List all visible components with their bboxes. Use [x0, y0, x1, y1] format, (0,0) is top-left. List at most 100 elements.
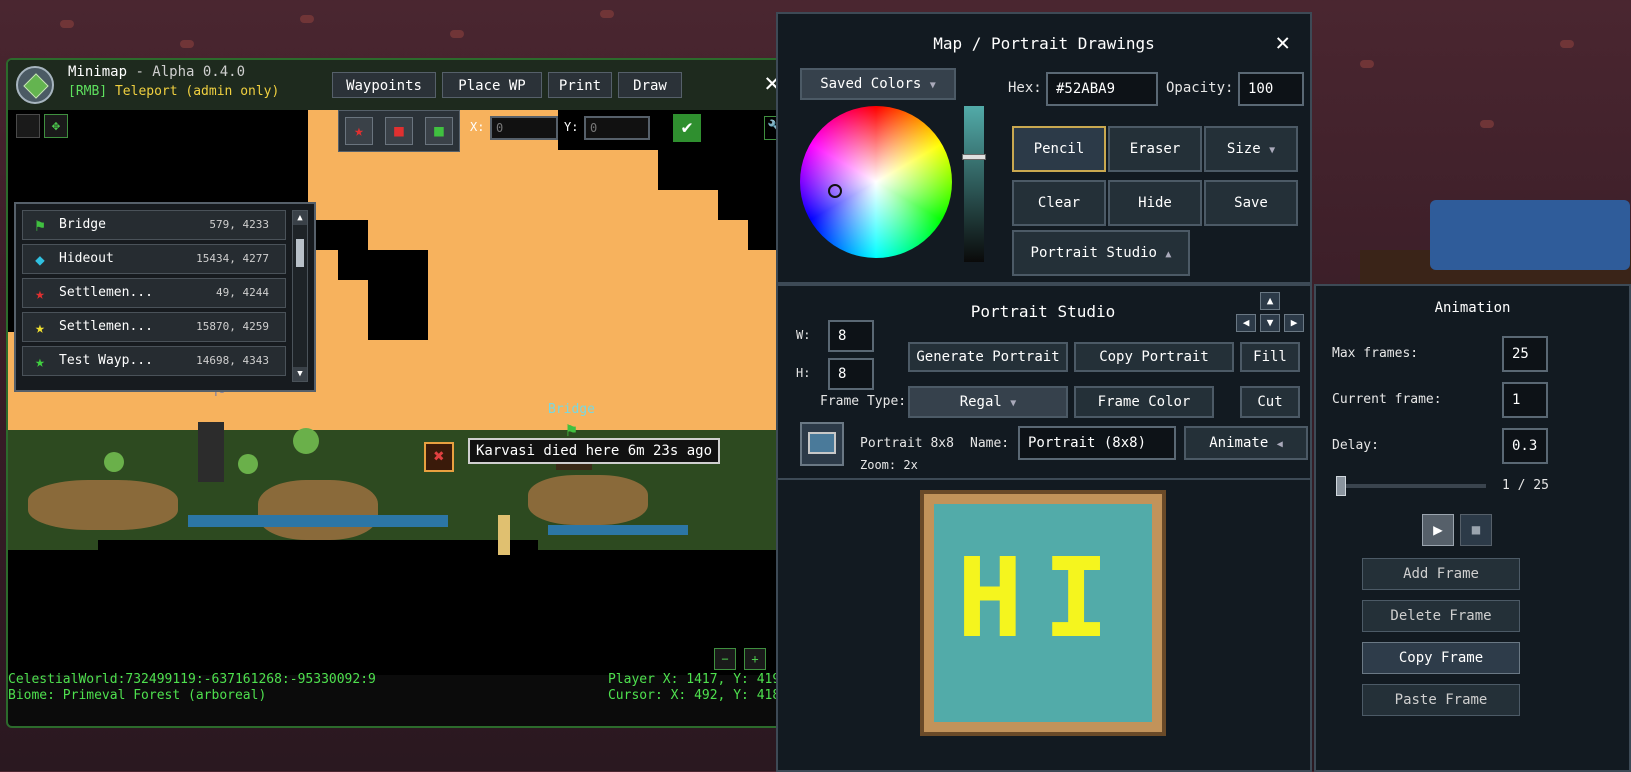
red-star-tool-icon[interactable]: ★: [345, 117, 373, 145]
scroll-thumb[interactable]: [296, 239, 304, 267]
minimap-title: Minimap - Alpha 0.4.0: [68, 64, 245, 80]
generate-portrait-button[interactable]: Generate Portrait: [908, 342, 1068, 372]
tab-print[interactable]: Print: [548, 72, 612, 98]
size-label: Size: [1226, 141, 1261, 157]
scroll-down-icon[interactable]: ▼: [293, 367, 307, 381]
cursor-position: Cursor: X: 492, Y: 4186: [607, 688, 788, 703]
draw-tools-bar: ★ ■ ■: [338, 110, 460, 152]
crosshair-icon[interactable]: ✥: [44, 114, 68, 138]
waypoint-row[interactable]: ⚑ Bridge 579, 4233: [22, 210, 286, 240]
height-input[interactable]: 8: [828, 358, 874, 390]
minimap-footer: CelestialWorld:732499119:-637161268:-953…: [8, 672, 796, 712]
chevron-left-icon: ◀: [1276, 439, 1283, 450]
minimap-viewport[interactable]: ⚑ ⚑ Bridge: [8, 110, 796, 675]
animation-title: Animation: [1434, 300, 1511, 316]
delay-input[interactable]: 0.3: [1502, 428, 1548, 464]
portrait-size-label: Portrait 8x8: [860, 436, 954, 451]
color-wheel-selector[interactable]: [828, 184, 842, 198]
save-button[interactable]: Save: [1204, 180, 1298, 226]
map-tower: [198, 422, 224, 482]
green-square-tool-icon[interactable]: ■: [425, 117, 453, 145]
waypoint-row[interactable]: ★ Test Wayp... 14698, 4343: [22, 346, 286, 376]
delete-frame-button[interactable]: Delete Frame: [1362, 600, 1520, 632]
waypoint-name: Bridge: [59, 217, 106, 232]
background-leaf: [600, 10, 614, 18]
animate-button[interactable]: Animate ◀: [1184, 426, 1308, 460]
waypoint-coords: 15870, 4259: [196, 320, 269, 333]
copy-frame-button[interactable]: Copy Frame: [1362, 642, 1520, 674]
zoom-out-icon[interactable]: −: [714, 648, 736, 670]
brightness-slider[interactable]: [964, 106, 984, 262]
studio-title: Portrait Studio: [970, 302, 1116, 321]
arrow-right-icon[interactable]: ▶: [1284, 314, 1304, 332]
waypoint-row[interactable]: ◆ Hideout 15434, 4277: [22, 244, 286, 274]
current-frame-input[interactable]: 1: [1502, 382, 1548, 418]
waypoint-coords: 14698, 4343: [196, 354, 269, 367]
portrait-name-input[interactable]: Portrait (8x8): [1018, 426, 1176, 460]
chevron-down-icon: ▼: [1269, 145, 1276, 156]
frame-slider-track[interactable]: [1336, 484, 1486, 488]
waypoint-name: Settlemen...: [59, 319, 153, 334]
frame-type-dropdown[interactable]: Regal ▼: [908, 386, 1068, 418]
clear-button[interactable]: Clear: [1012, 180, 1106, 226]
waypoint-row[interactable]: ★ Settlemen... 49, 4244: [22, 278, 286, 308]
zoom-in-icon[interactable]: +: [744, 648, 766, 670]
saved-colors-dropdown[interactable]: Saved Colors ▼: [800, 68, 956, 100]
frame-color-button[interactable]: Frame Color: [1074, 386, 1214, 418]
confirm-checkmark-icon[interactable]: ✔: [673, 114, 701, 142]
hide-button[interactable]: Hide: [1108, 180, 1202, 226]
arrow-left-icon[interactable]: ◀: [1236, 314, 1256, 332]
opacity-input[interactable]: 100: [1238, 72, 1304, 106]
size-dropdown[interactable]: Size ▼: [1204, 126, 1298, 172]
max-frames-input[interactable]: 25: [1502, 336, 1548, 372]
tab-place-wp[interactable]: Place WP: [442, 72, 542, 98]
waypoint-row[interactable]: ★ Settlemen... 15870, 4259: [22, 312, 286, 342]
teleport-hint: Teleport (admin only): [114, 84, 280, 99]
map-tree: [104, 452, 124, 472]
red-square-tool-icon[interactable]: ■: [385, 117, 413, 145]
tab-draw[interactable]: Draw: [618, 72, 682, 98]
map-tree: [293, 428, 319, 454]
chevron-up-icon: ▲: [1165, 249, 1172, 260]
fill-button[interactable]: Fill: [1240, 342, 1300, 372]
play-icon[interactable]: ▶: [1422, 514, 1454, 546]
copy-portrait-button[interactable]: Copy Portrait: [1074, 342, 1234, 372]
brightness-slider-thumb[interactable]: [962, 154, 986, 160]
drawings-panel: Map / Portrait Drawings ✕ Saved Colors ▼…: [776, 12, 1312, 284]
tab-waypoints[interactable]: Waypoints: [332, 72, 436, 98]
arrow-down-icon[interactable]: ▼: [1260, 314, 1280, 332]
map-dirt: [258, 480, 378, 540]
max-frames-label: Max frames:: [1332, 346, 1419, 361]
waypoint-name: Hideout: [59, 251, 114, 266]
background-leaf: [300, 15, 314, 23]
pencil-button[interactable]: Pencil: [1012, 126, 1106, 172]
frame-slider-thumb[interactable]: [1336, 476, 1346, 496]
arrow-up-icon[interactable]: ▲: [1260, 292, 1280, 310]
saved-colors-label: Saved Colors: [820, 76, 922, 92]
minimap-version: - Alpha 0.4.0: [135, 64, 246, 80]
map-ladder: [498, 515, 510, 555]
death-marker-icon[interactable]: ✖: [424, 442, 454, 472]
add-frame-button[interactable]: Add Frame: [1362, 558, 1520, 590]
eraser-button[interactable]: Eraser: [1108, 126, 1202, 172]
width-input[interactable]: 8: [828, 320, 874, 352]
name-label: Name:: [970, 436, 1010, 451]
paste-frame-button[interactable]: Paste Frame: [1362, 684, 1520, 716]
portrait-canvas[interactable]: HI: [934, 504, 1152, 722]
unexplored-area: [368, 280, 428, 340]
portrait-frame: HI: [920, 490, 1166, 736]
waypoint-scrollbar[interactable]: ▲ ▼: [292, 210, 308, 382]
scroll-up-icon[interactable]: ▲: [293, 211, 307, 225]
portrait-thumbnail-icon[interactable]: [800, 422, 844, 466]
stop-icon[interactable]: ■: [1460, 514, 1492, 546]
hex-input[interactable]: #52ABA9: [1046, 72, 1158, 106]
portrait-studio-toggle[interactable]: Portrait Studio ▲: [1012, 230, 1190, 276]
x-coord-input[interactable]: 0: [490, 116, 558, 140]
cut-button[interactable]: Cut: [1240, 386, 1300, 418]
y-coord-input[interactable]: 0: [584, 116, 650, 140]
color-wheel[interactable]: [800, 106, 952, 258]
camera-icon[interactable]: [16, 114, 40, 138]
drawings-close-button[interactable]: ✕: [1276, 28, 1290, 56]
minimap-logo-icon: [16, 66, 54, 104]
studio-divider: [778, 478, 1310, 480]
